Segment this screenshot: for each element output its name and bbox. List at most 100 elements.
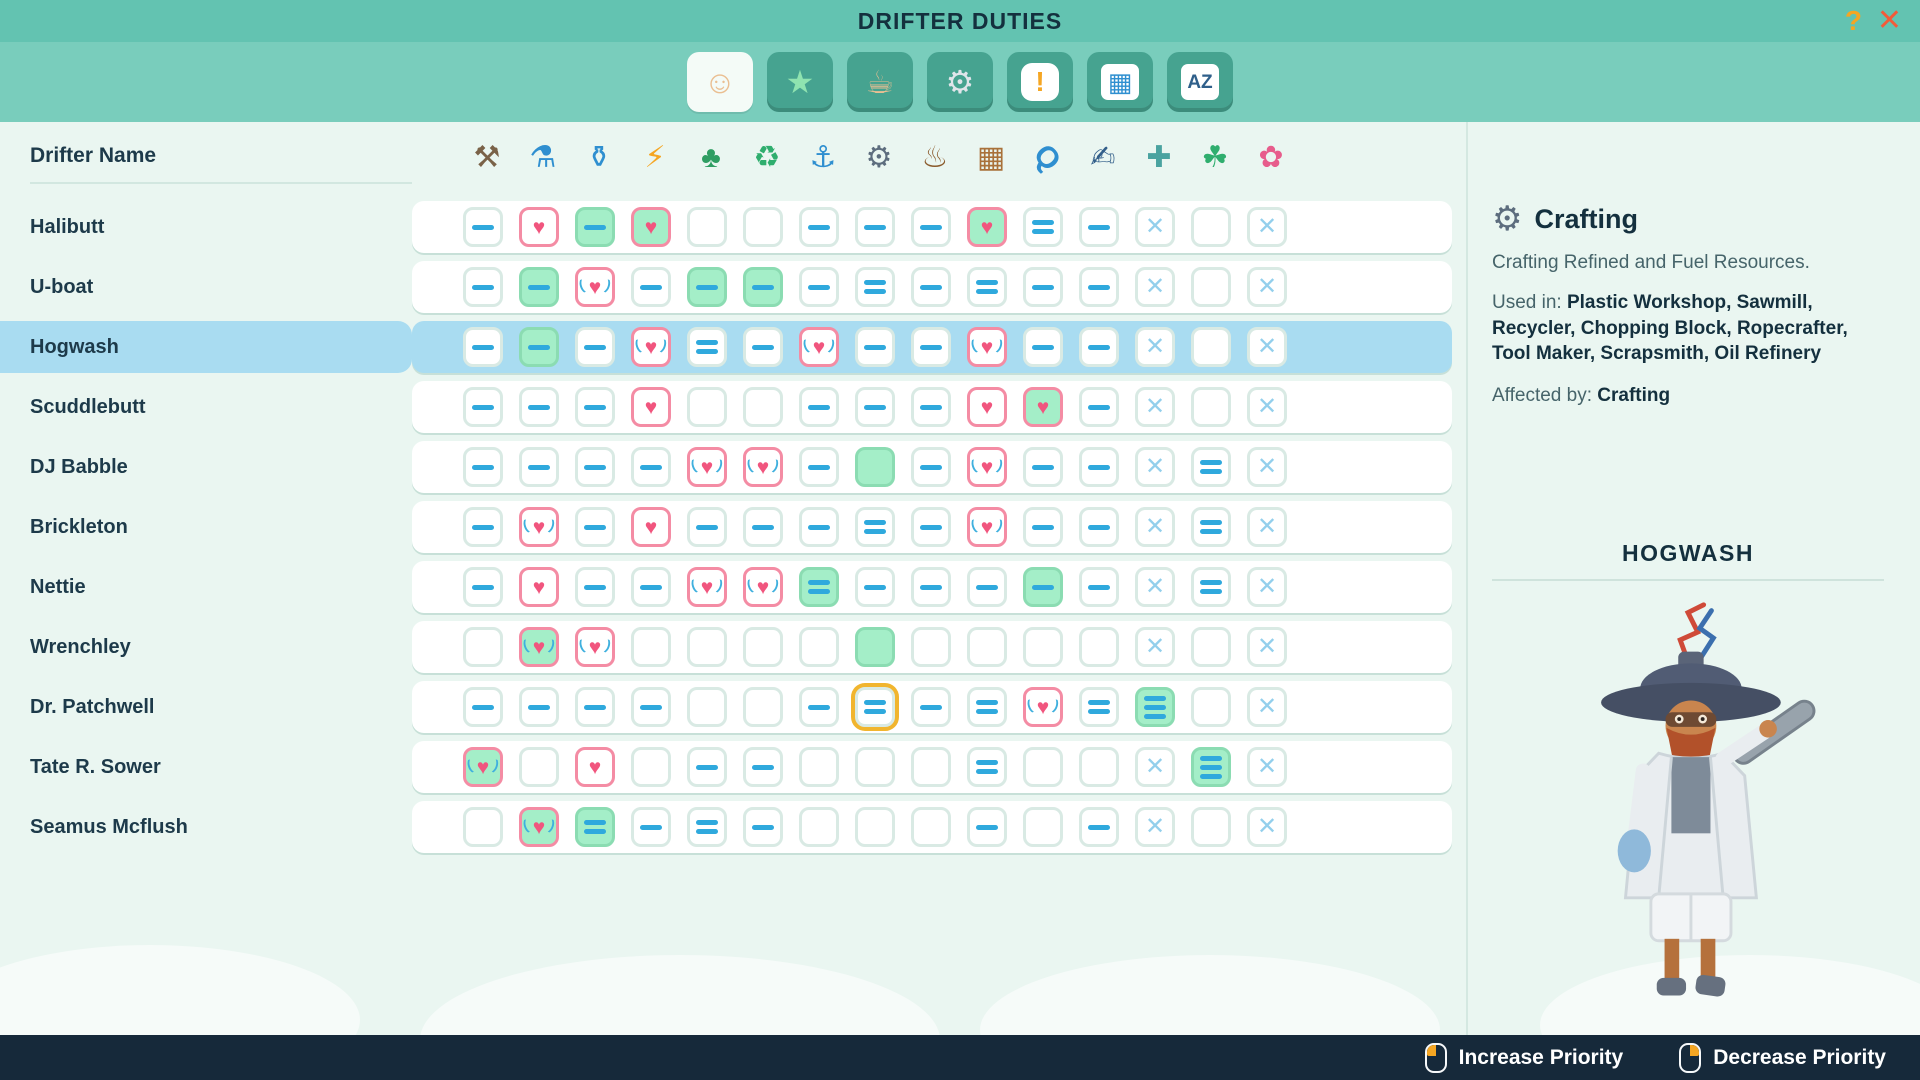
duty-cell-d1[interactable] [1023,447,1063,487]
duty-cell-e[interactable] [631,747,671,787]
duty-cell-d1[interactable] [855,387,895,427]
duty-cell-d1[interactable] [687,507,727,547]
duty-cell-g1[interactable] [519,327,559,367]
duty-cell-h[interactable]: ♥ [519,567,559,607]
duty-cell-d1[interactable] [911,687,951,727]
duty-cell-d1[interactable] [631,447,671,487]
duty-cell-d1[interactable] [743,507,783,547]
duty-cell-g3[interactable] [1135,687,1175,727]
duty-cell-d1[interactable] [911,207,951,247]
duty-cell-d2[interactable] [855,507,895,547]
drifter-name[interactable]: Scuddlebutt [0,381,412,433]
duty-cell-d1[interactable] [799,687,839,727]
duty-cell-d1[interactable] [799,447,839,487]
duty-cell-e[interactable] [911,627,951,667]
duty-cell-x[interactable]: ✕ [1247,747,1287,787]
duty-cell-hd[interactable]: ♥ [967,327,1007,367]
duty-cell-x[interactable]: ✕ [1247,327,1287,367]
duty-cell-x[interactable]: ✕ [1247,447,1287,487]
duty-cell-ge[interactable] [855,447,895,487]
duty-cell-x[interactable]: ✕ [1247,267,1287,307]
duty-cell-e[interactable] [799,807,839,847]
hook-icon[interactable]: ⚓ [810,143,837,173]
duty-cell-x[interactable]: ✕ [1135,507,1175,547]
duty-cell-d1[interactable] [575,447,615,487]
duty-cell-hdg[interactable]: ♥ [519,807,559,847]
duty-cell-e[interactable] [743,387,783,427]
duty-cell-d1[interactable] [463,267,503,307]
duty-cell-d1[interactable] [743,747,783,787]
duty-cell-d1[interactable] [463,687,503,727]
duty-cell-hd[interactable]: ♥ [967,447,1007,487]
duty-cell-hd[interactable]: ♥ [687,567,727,607]
duty-cell-hd[interactable]: ♥ [575,627,615,667]
duty-cell-x[interactable]: ✕ [1135,207,1175,247]
duty-cell-d1[interactable] [1023,267,1063,307]
duty-cell-x[interactable]: ✕ [1247,807,1287,847]
duty-cell-d2[interactable] [687,327,727,367]
trees-icon[interactable]: ♣ [701,143,721,173]
duty-cell-d1[interactable] [799,267,839,307]
tab-face-stars[interactable]: ★ [767,52,833,112]
duty-cell-e[interactable] [855,807,895,847]
duty-cell-hd[interactable]: ♥ [519,507,559,547]
duty-cell-e[interactable] [687,687,727,727]
drifter-name[interactable]: Seamus Mcflush [0,801,412,853]
duty-cell-d1[interactable] [967,567,1007,607]
duty-cell-e[interactable] [967,627,1007,667]
duty-cell-hd[interactable]: ♥ [799,327,839,367]
duty-cell-d1[interactable] [1079,387,1119,427]
duty-cell-g1[interactable] [519,267,559,307]
duty-cell-e[interactable] [743,627,783,667]
duty-cell-e[interactable] [631,627,671,667]
sprout-icon[interactable]: ☘ [1202,143,1229,173]
duty-cell-d1[interactable] [1079,207,1119,247]
drifter-name[interactable]: U-boat [0,261,412,313]
tab-face-bowl[interactable]: ☕ [847,52,913,112]
duty-cell-d1[interactable] [463,447,503,487]
duty-cell-d1[interactable] [575,327,615,367]
duty-cell-x[interactable]: ✕ [1247,627,1287,667]
duty-cell-e[interactable] [1191,627,1231,667]
duty-cell-d1[interactable] [911,567,951,607]
duty-cell-d1[interactable] [1079,327,1119,367]
flower-icon[interactable]: ✿ [1258,143,1283,173]
drifter-name[interactable]: Hogwash [0,321,412,373]
duty-cell-e[interactable] [463,807,503,847]
duty-cell-d1[interactable] [631,267,671,307]
jug-icon[interactable]: ⚱ [586,143,611,173]
help-button[interactable]: ? [1839,2,1868,40]
tab-face-wrench[interactable]: ☺ [687,52,753,112]
duty-cell-d1[interactable] [1023,507,1063,547]
duty-cell-d1[interactable] [687,747,727,787]
duty-cell-d1[interactable] [799,507,839,547]
duty-cell-g1[interactable] [687,267,727,307]
duty-cell-x[interactable]: ✕ [1247,507,1287,547]
duty-cell-x[interactable]: ✕ [1135,747,1175,787]
close-button[interactable]: ✕ [1871,2,1908,40]
duty-cell-d1[interactable] [743,807,783,847]
duty-cell-h[interactable]: ♥ [575,747,615,787]
duty-cell-d1[interactable] [855,327,895,367]
duty-cell-d2[interactable] [1191,447,1231,487]
duty-cell-e[interactable] [463,627,503,667]
duty-cell-x[interactable]: ✕ [1247,207,1287,247]
duty-cell-d1[interactable] [575,507,615,547]
duty-cell-d1[interactable] [911,327,951,367]
duty-cell-h[interactable]: ♥ [631,387,671,427]
duty-cell-d1[interactable] [911,507,951,547]
duty-cell-x[interactable]: ✕ [1135,627,1175,667]
duty-cell-g1[interactable] [575,207,615,247]
duty-cell-e[interactable] [1191,687,1231,727]
duty-cell-e[interactable] [1079,627,1119,667]
duty-cell-d1[interactable] [631,687,671,727]
drifter-name[interactable]: Nettie [0,561,412,613]
duty-cell-e[interactable] [687,207,727,247]
duty-cell-d1[interactable] [799,387,839,427]
duty-cell-hd[interactable]: ♥ [1023,687,1063,727]
tab-dictionary[interactable]: AZ [1167,52,1233,112]
drifter-name[interactable]: Wrenchley [0,621,412,673]
duty-cell-e[interactable] [743,207,783,247]
duty-cell-e[interactable] [1191,207,1231,247]
tab-calendar[interactable]: ▦ [1087,52,1153,112]
